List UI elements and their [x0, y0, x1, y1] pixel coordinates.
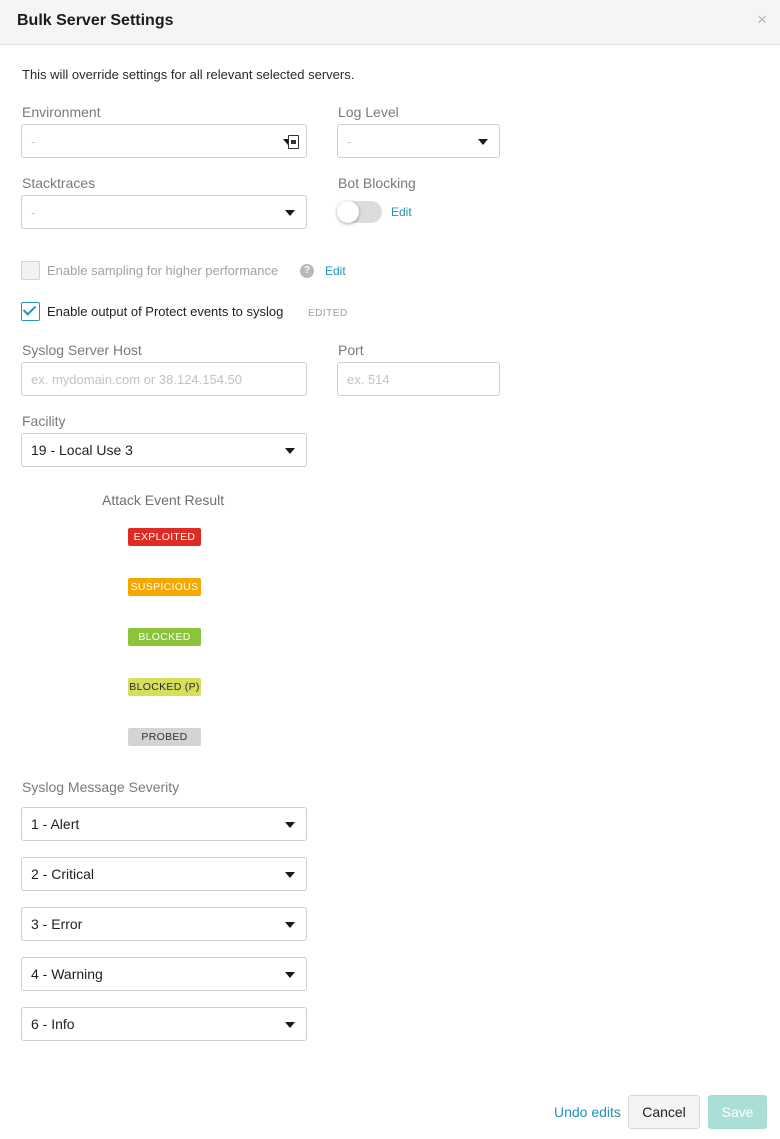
protect-syslog-label: Enable output of Protect events to syslo…	[47, 304, 284, 319]
environment-select[interactable]: -	[21, 124, 307, 158]
log-level-select[interactable]: -	[337, 124, 500, 158]
attack-event-heading: Attack Event Result	[102, 492, 225, 508]
severity-select-warning[interactable]: 4 - Warning	[21, 957, 307, 991]
facility-value: 19 - Local Use 3	[31, 442, 133, 458]
help-icon[interactable]: ?	[300, 264, 314, 278]
severity-label: Syslog Message Severity	[22, 779, 180, 795]
severity-select-critical[interactable]: 2 - Critical	[21, 857, 307, 891]
toggle-knob	[337, 201, 359, 223]
severity-value: 4 - Warning	[31, 966, 103, 982]
severity-value: 2 - Critical	[31, 866, 95, 882]
checkmark-icon	[22, 302, 37, 316]
close-icon[interactable]: ×	[757, 11, 767, 28]
port-input[interactable]: ex. 514	[337, 362, 500, 396]
chevron-down-icon	[285, 972, 295, 978]
syslog-host-label: Syslog Server Host	[22, 342, 142, 358]
sampling-edit-link[interactable]: Edit	[325, 264, 346, 278]
sampling-label: Enable sampling for higher performance	[47, 263, 279, 278]
badge-suspicious: SUSPICIOUS	[128, 578, 201, 596]
facility-label: Facility	[22, 413, 66, 429]
environment-label: Environment	[22, 104, 101, 120]
document-icon	[288, 135, 299, 149]
chevron-down-icon	[285, 210, 295, 216]
log-level-label: Log Level	[338, 104, 399, 120]
modal-title: Bulk Server Settings	[17, 12, 174, 29]
badge-blocked: BLOCKED	[128, 628, 201, 646]
badge-exploited: EXPLOITED	[128, 528, 201, 546]
chevron-down-icon	[478, 139, 488, 145]
stacktraces-placeholder: -	[31, 205, 36, 220]
bot-blocking-edit-link[interactable]: Edit	[391, 205, 412, 219]
chevron-down-icon	[285, 822, 295, 828]
severity-select-info[interactable]: 6 - Info	[21, 1007, 307, 1041]
chevron-down-icon	[285, 922, 295, 928]
log-level-placeholder: -	[347, 134, 352, 149]
port-placeholder: ex. 514	[347, 372, 390, 387]
modal-header: Bulk Server Settings ×	[0, 0, 780, 45]
environment-placeholder: -	[31, 134, 36, 149]
cancel-button[interactable]: Cancel	[628, 1095, 700, 1129]
severity-value: 3 - Error	[31, 916, 83, 932]
protect-syslog-checkbox[interactable]	[21, 302, 40, 321]
severity-value: 6 - Info	[31, 1016, 75, 1032]
stacktraces-label: Stacktraces	[22, 175, 96, 191]
chevron-down-icon	[285, 448, 295, 454]
sampling-checkbox[interactable]	[21, 261, 40, 280]
port-label: Port	[338, 342, 364, 358]
undo-edits-link[interactable]: Undo edits	[554, 1104, 621, 1120]
intro-text: This will override settings for all rele…	[22, 67, 355, 82]
badge-blocked-p: BLOCKED (P)	[128, 678, 201, 696]
severity-value: 1 - Alert	[31, 816, 80, 832]
edited-tag: EDITED	[308, 308, 348, 319]
chevron-down-icon	[285, 1022, 295, 1028]
stacktraces-select[interactable]: -	[21, 195, 307, 229]
severity-select-error[interactable]: 3 - Error	[21, 907, 307, 941]
severity-select-alert[interactable]: 1 - Alert	[21, 807, 307, 841]
save-button[interactable]: Save	[708, 1095, 767, 1129]
badge-probed: PROBED	[128, 728, 201, 746]
facility-select[interactable]: 19 - Local Use 3	[21, 433, 307, 467]
syslog-host-placeholder: ex. mydomain.com or 38.124.154.50	[31, 372, 243, 387]
syslog-host-input[interactable]: ex. mydomain.com or 38.124.154.50	[21, 362, 307, 396]
bot-blocking-toggle[interactable]	[337, 201, 382, 223]
bot-blocking-label: Bot Blocking	[338, 175, 416, 191]
chevron-down-icon	[285, 872, 295, 878]
